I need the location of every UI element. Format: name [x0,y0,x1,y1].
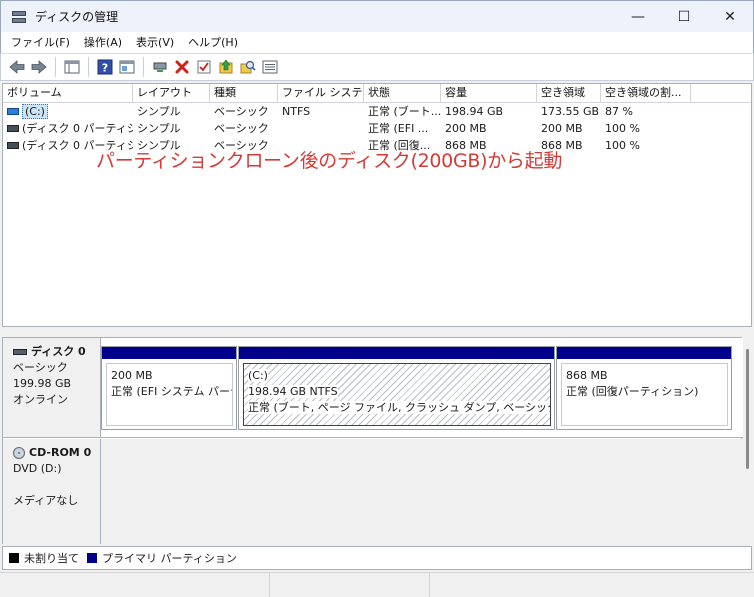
disk-size [13,477,100,493]
cd-drive-icon [13,447,25,459]
up-arrow-icon[interactable] [215,56,237,78]
partition-status: 正常 (EFI システム パーティ [111,385,232,398]
column-volume[interactable]: ボリューム [3,84,133,102]
disk-0-info[interactable]: ディスク 0 ベーシック 199.98 GB オンライン [3,338,101,437]
primary-partition-swatch [87,553,97,563]
annotation-text: パーティションクローン後のディスク(200GB)から起動 [96,150,563,172]
legend-primary: プライマリ パーティション [102,552,237,565]
legend-unallocated: 未割り当て [24,552,79,565]
partition-label: (C:) [248,369,268,382]
cdrom-0-info[interactable]: CD-ROM 0 DVD (D:) メディアなし [3,439,101,544]
disk-kind: DVD (D:) [13,462,62,475]
toolbar-separator [88,57,89,77]
volume-free-pct: 87 % [605,105,633,118]
disk-state: オンライン [13,393,68,406]
column-free-space[interactable]: 空き領域 [537,84,601,102]
menu-view[interactable]: 表示(V) [129,32,181,53]
delete-icon[interactable] [171,56,193,78]
status-section [0,573,270,597]
column-free-percent[interactable]: 空き領域の割... [601,84,691,102]
volume-capacity: 198.94 GB [445,105,504,118]
close-button[interactable]: ✕ [707,1,753,33]
window-title: ディスクの管理 [35,10,119,24]
help-icon[interactable]: ? [94,56,116,78]
volume-icon [7,142,19,149]
details-icon[interactable] [116,56,138,78]
partition-status: 正常 (回復パーティション) [566,385,699,398]
status-section [270,573,430,597]
menu-bar: ファイル(F) 操作(A) 表示(V) ヘルプ(H) [0,32,754,53]
column-capacity[interactable]: 容量 [441,84,537,102]
disk-size: 199.98 GB [13,377,72,390]
volume-free-pct: 100 % [605,122,640,135]
volume-fs: NTFS [282,105,311,118]
volume-layout: シンプル [137,105,181,118]
volume-type: ベーシック [214,105,269,118]
disk-name: ディスク 0 [31,345,86,358]
volume-free: 173.55 GB [541,105,600,118]
vertical-scrollbar[interactable] [743,337,752,544]
volume-status: 正常 (EFI ... [368,122,429,135]
volume-free: 200 MB [541,122,583,135]
svg-text:?: ? [102,62,108,75]
column-layout[interactable]: レイアウト [133,84,210,102]
volume-icon [7,108,19,115]
disk-view: ディスク 0 ベーシック 199.98 GB オンライン 200 MB 正常 (… [2,337,743,544]
volume-status: 正常 (ブート... [368,105,441,118]
title-bar: ディスクの管理 — ☐ ✕ [0,0,754,32]
list-icon[interactable] [259,56,281,78]
disk-state: メディアなし [13,494,79,507]
volume-type: ベーシック [214,122,269,135]
maximize-button[interactable]: ☐ [661,1,707,33]
partition-size: 200 MB [111,369,153,382]
pane-splitter[interactable] [0,327,754,337]
toolbar-separator [143,57,144,77]
volume-list: ボリューム レイアウト 種類 ファイル システム 状態 容量 空き領域 空き領域… [2,83,752,327]
partition-c[interactable]: (C:) 198.94 GB NTFS 正常 (ブート, ページ ファイル, ク… [238,346,555,430]
column-file-system[interactable]: ファイル システム [278,84,364,102]
partition-recovery[interactable]: 868 MB 正常 (回復パーティション) [556,346,732,430]
partition-size: 868 MB [566,369,608,382]
scrollbar-thumb[interactable] [746,349,749,469]
console-tree-icon[interactable] [61,56,83,78]
forward-arrow-icon[interactable] [28,56,50,78]
menu-action[interactable]: 操作(A) [77,32,129,53]
disk-row: ディスク 0 ベーシック 199.98 GB オンライン 200 MB 正常 (… [3,338,743,438]
disk-name: CD-ROM 0 [29,446,92,459]
partition-size: 198.94 GB NTFS [248,385,338,398]
menu-file[interactable]: ファイル(F) [1,32,77,53]
disk-management-icon [11,9,27,25]
cdrom-area [101,439,743,544]
unallocated-swatch [9,553,19,563]
volume-free-pct: 100 % [605,139,640,152]
volume-list-header: ボリューム レイアウト 種類 ファイル システム 状態 容量 空き領域 空き領域… [3,84,751,103]
hard-disk-icon [13,349,27,355]
partition-efi[interactable]: 200 MB 正常 (EFI システム パーティ [101,346,237,430]
volume-layout: シンプル [137,122,181,135]
column-status[interactable]: 状態 [364,84,441,102]
table-row[interactable]: (ディスク 0 パーティシ... シンプル ベーシック 正常 (EFI ... … [3,120,751,137]
table-row[interactable]: (C:) シンプル ベーシック NTFS 正常 (ブート... 198.94 G… [3,103,751,120]
volume-fs [278,120,364,137]
properties-icon[interactable] [193,56,215,78]
volume-name: (C:) [22,104,48,119]
partition-status: 正常 (ブート, ページ ファイル, クラッシュ ダンプ, ベーシック データ … [248,401,550,414]
connect-icon[interactable] [149,56,171,78]
menu-help[interactable]: ヘルプ(H) [181,32,245,53]
status-bar [0,572,754,597]
toolbar-separator [55,57,56,77]
search-icon[interactable] [237,56,259,78]
column-type[interactable]: 種類 [210,84,278,102]
back-arrow-icon[interactable] [6,56,28,78]
disk-row: CD-ROM 0 DVD (D:) メディアなし [3,439,743,544]
minimize-button[interactable]: — [615,1,661,33]
legend: 未割り当て プライマリ パーティション [2,546,752,570]
status-section [430,573,754,597]
volume-capacity: 200 MB [445,122,487,135]
toolbar: ? [0,53,754,81]
disk-kind: ベーシック [13,361,68,374]
volume-name: (ディスク 0 パーティシ... [22,122,133,135]
volume-icon [7,125,19,132]
